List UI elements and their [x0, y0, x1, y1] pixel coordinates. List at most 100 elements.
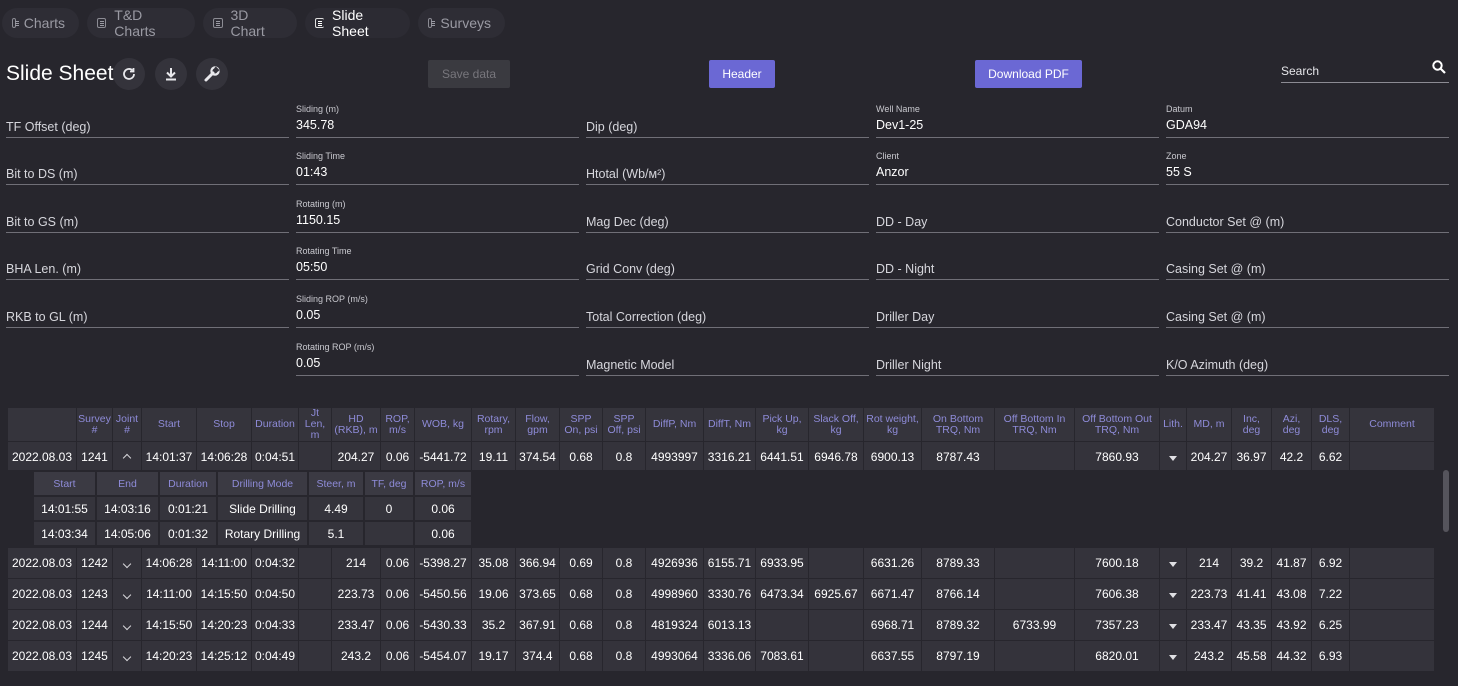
table-row[interactable]: 2022.08.03 1245 14:20:23 14:25:12 0:04:49 243…	[8, 641, 1434, 671]
subtable-cell: 4.49	[309, 497, 363, 520]
download-pdf-button[interactable]: Download PDF	[975, 60, 1082, 88]
table-row[interactable]: 2022.08.03 1241 14:01:37 14:06:28 0:04:51 204…	[8, 442, 1434, 472]
table-cell: 14:06:28	[197, 442, 251, 472]
column-header[interactable]: Azi, deg	[1272, 408, 1311, 441]
bit-to-ds-field[interactable]: Bit to DS (m)	[6, 151, 289, 185]
settings-button[interactable]	[196, 58, 228, 90]
field-label: Rotating (m)	[296, 199, 346, 209]
lithology-dropdown[interactable]	[1160, 641, 1186, 671]
column-header[interactable]: Joint #	[113, 408, 141, 441]
rotating-rop-field[interactable]: Rotating ROP (m/s) 0.05	[296, 342, 579, 376]
download-button[interactable]	[155, 58, 187, 90]
table-cell: 44.32	[1272, 641, 1311, 671]
grid-conv-field[interactable]: Grid Conv (deg)	[586, 246, 869, 280]
column-header[interactable]	[8, 408, 76, 441]
search-input[interactable]: Search	[1281, 58, 1449, 83]
table-row[interactable]: 2022.08.03 1242 14:06:28 14:11:00 0:04:32 214…	[8, 548, 1434, 578]
column-header[interactable]: Comment	[1350, 408, 1434, 441]
driller-day-field[interactable]: Driller Day	[876, 294, 1159, 328]
column-header[interactable]: Off Bottom Out TRQ, Nm	[1075, 408, 1159, 441]
well-name-field[interactable]: Well Name Dev1-25	[876, 104, 1159, 138]
sliding-rop-field[interactable]: Sliding ROP (m/s) 0.05	[296, 294, 579, 328]
rotating-time-field[interactable]: Rotating Time 05:50	[296, 246, 579, 280]
table-cell: 223.73	[332, 579, 380, 609]
column-header[interactable]: Rot weight, kg	[864, 408, 921, 441]
total-correction-field[interactable]: Total Correction (deg)	[586, 294, 869, 328]
client-field[interactable]: Client Anzor	[876, 151, 1159, 185]
rkb-to-gl-field[interactable]: RKB to GL (m)	[6, 294, 289, 328]
casing-set-field[interactable]: Casing Set @ (m)	[1166, 246, 1449, 280]
lithology-dropdown[interactable]	[1160, 548, 1186, 578]
column-header[interactable]: DiffT, Nm	[704, 408, 755, 441]
tf-offset-field[interactable]: TF Offset (deg)	[6, 104, 289, 138]
column-header[interactable]: Jt Len, m	[299, 408, 331, 441]
header-button[interactable]: Header	[709, 60, 775, 88]
expand-toggle[interactable]	[113, 442, 141, 472]
table-cell: 7357.23	[1075, 610, 1159, 640]
column-header[interactable]: Survey #	[77, 408, 112, 441]
tab-charts[interactable]: Charts	[2, 8, 79, 38]
column-header[interactable]: Duration	[252, 408, 298, 441]
column-header[interactable]: SPP Off, psi	[603, 408, 645, 441]
dip-field[interactable]: Dip (deg)	[586, 104, 869, 138]
table-cell: 3330.76	[704, 579, 755, 609]
detail-scrollbar[interactable]	[1443, 470, 1449, 532]
column-header[interactable]: WOB, kg	[415, 408, 471, 441]
slide-sheet-table-continued: 2022.08.03 1242 14:06:28 14:11:00 0:04:32 214…	[7, 547, 1435, 672]
mag-dec-field[interactable]: Mag Dec (deg)	[586, 199, 869, 233]
sliding-field[interactable]: Sliding (m) 345.78	[296, 104, 579, 138]
conductor-set-field[interactable]: Conductor Set @ (m)	[1166, 199, 1449, 233]
lithology-dropdown[interactable]	[1160, 442, 1186, 472]
column-header[interactable]: Off Bottom In TRQ, Nm	[995, 408, 1074, 441]
column-header[interactable]: Inc, deg	[1232, 408, 1271, 441]
save-data-button[interactable]: Save data	[428, 60, 510, 88]
expand-toggle[interactable]	[113, 641, 141, 671]
column-header[interactable]: ROP, m/s	[381, 408, 414, 441]
htotal-field[interactable]: Htotal (Wb/м²)	[586, 151, 869, 185]
lithology-dropdown[interactable]	[1160, 610, 1186, 640]
column-header[interactable]: Stop	[197, 408, 251, 441]
table-cell: 373.65	[516, 579, 559, 609]
dd-day-field[interactable]: DD - Day	[876, 199, 1159, 233]
chart-icon	[12, 18, 19, 28]
tab-3d-chart[interactable]: 3D Chart	[203, 7, 297, 39]
datum-field[interactable]: Datum GDA94	[1166, 104, 1449, 138]
column-header[interactable]: Start	[142, 408, 196, 441]
expand-toggle[interactable]	[113, 548, 141, 578]
column-header[interactable]: Slack Off, kg	[809, 408, 863, 441]
magnetic-model-field[interactable]: Magnetic Model	[586, 342, 869, 376]
expand-toggle[interactable]	[113, 610, 141, 640]
driller-night-field[interactable]: Driller Night	[876, 342, 1159, 376]
column-header[interactable]: SPP On, psi	[560, 408, 602, 441]
table-cell	[299, 548, 331, 578]
rotating-field[interactable]: Rotating (m) 1150.15	[296, 199, 579, 233]
tab-surveys[interactable]: Surveys	[418, 8, 505, 38]
download-icon	[166, 68, 176, 81]
zone-field[interactable]: Zone 55 S	[1166, 151, 1449, 185]
column-header[interactable]: DiffP, Nm	[646, 408, 703, 441]
column-header[interactable]: On Bottom TRQ, Nm	[922, 408, 994, 441]
column-header[interactable]: DLS, deg	[1312, 408, 1349, 441]
column-header[interactable]: MD, m	[1187, 408, 1231, 441]
field-label: TF Offset (deg)	[6, 120, 91, 134]
table-row[interactable]: 2022.08.03 1243 14:11:00 14:15:50 0:04:50 223…	[8, 579, 1434, 609]
dd-night-field[interactable]: DD - Night	[876, 246, 1159, 280]
casing-set-field-2[interactable]: Casing Set @ (m)	[1166, 294, 1449, 328]
column-header[interactable]: HD (RKB), m	[332, 408, 380, 441]
column-header[interactable]: Rotary, rpm	[472, 408, 515, 441]
table-row[interactable]: 2022.08.03 1244 14:15:50 14:20:23 0:04:33 233…	[8, 610, 1434, 640]
tab-slide-sheet[interactable]: Slide Sheet	[305, 7, 410, 39]
refresh-button[interactable]	[113, 58, 145, 90]
column-header[interactable]: Pick Up, kg	[756, 408, 808, 441]
ko-azimuth-field[interactable]: K/O Azimuth (deg)	[1166, 342, 1449, 376]
bit-to-gs-field[interactable]: Bit to GS (m)	[6, 199, 289, 233]
tab-td-charts[interactable]: T&D Charts	[87, 7, 195, 39]
table-cell	[299, 641, 331, 671]
sliding-time-field[interactable]: Sliding Time 01:43	[296, 151, 579, 185]
table-cell: -5430.33	[415, 610, 471, 640]
lithology-dropdown[interactable]	[1160, 579, 1186, 609]
column-header[interactable]: Flow, gpm	[516, 408, 559, 441]
expand-toggle[interactable]	[113, 579, 141, 609]
column-header[interactable]: Lith.	[1160, 408, 1186, 441]
bha-len-field[interactable]: BHA Len. (m)	[6, 246, 289, 280]
